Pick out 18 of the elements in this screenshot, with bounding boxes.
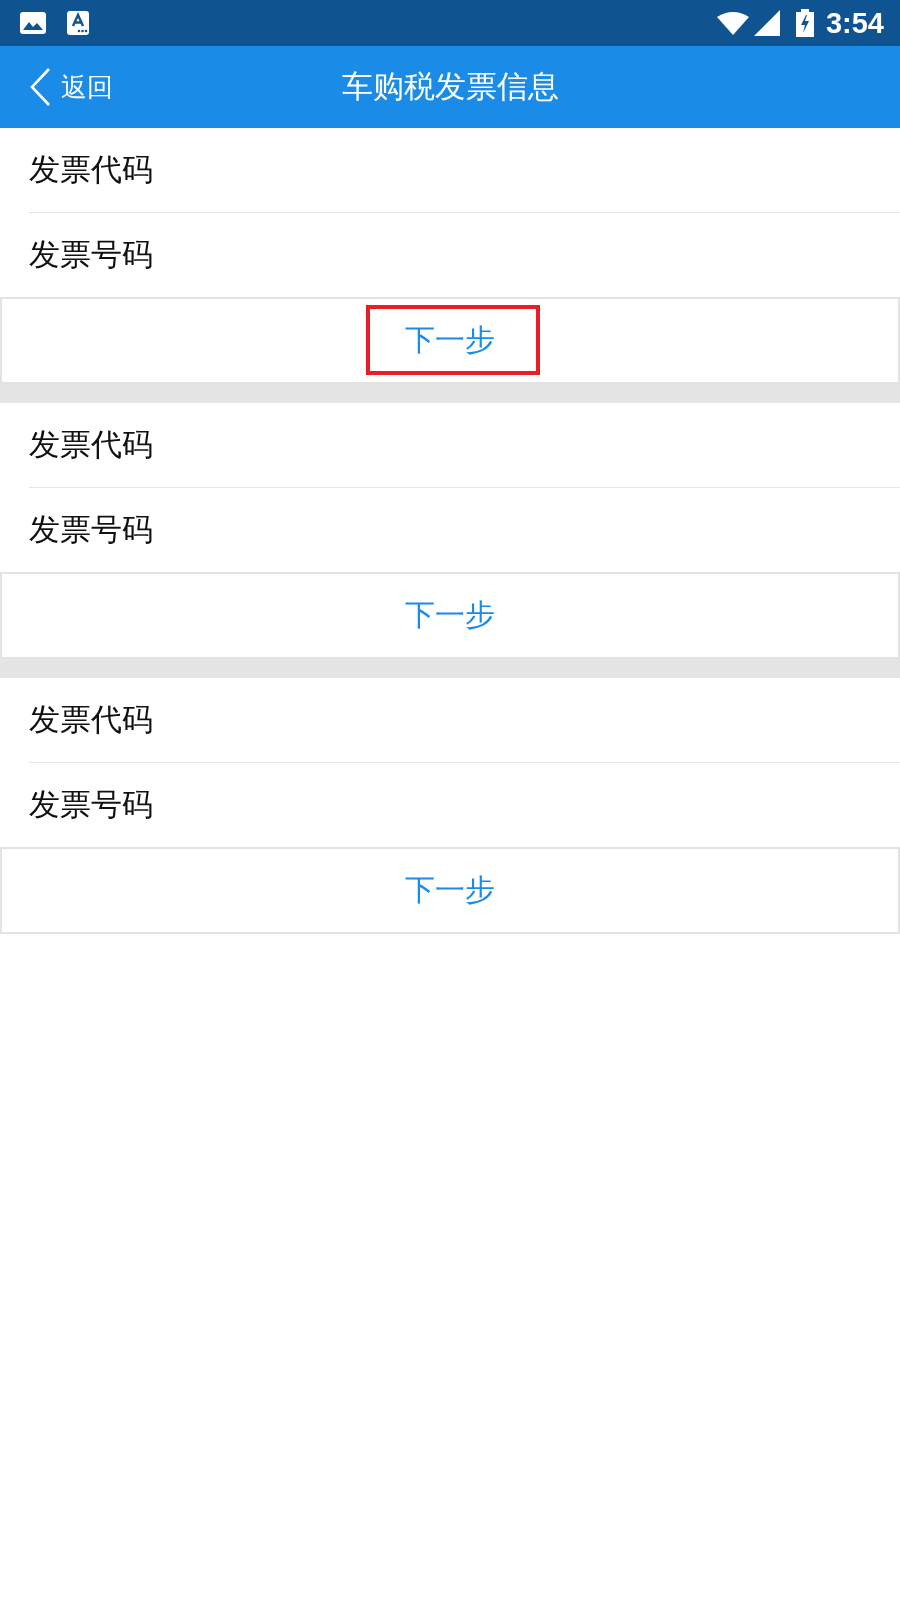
field-label: 发票号码 <box>29 786 153 824</box>
page-title: 车购税发票信息 <box>341 67 559 106</box>
next-step-button[interactable]: 下一步 <box>0 847 900 934</box>
status-time: 3:54 <box>825 8 884 38</box>
chevron-left-icon <box>29 67 51 107</box>
field-label: 发票号码 <box>29 236 153 274</box>
next-step-button[interactable]: 下一步 <box>0 297 900 384</box>
field-label: 发票代码 <box>29 151 153 189</box>
field-label: 发票代码 <box>29 701 153 739</box>
wifi-icon <box>716 11 749 35</box>
text-tile-icon <box>67 11 89 35</box>
next-step-button[interactable]: 下一步 <box>0 572 900 659</box>
signal-icon <box>753 10 780 36</box>
field-label: 发票代码 <box>29 426 153 464</box>
image-icon <box>20 12 46 34</box>
field-label: 发票号码 <box>29 511 153 549</box>
back-button[interactable]: 返回 <box>29 67 113 107</box>
battery-charging-icon <box>795 9 814 37</box>
